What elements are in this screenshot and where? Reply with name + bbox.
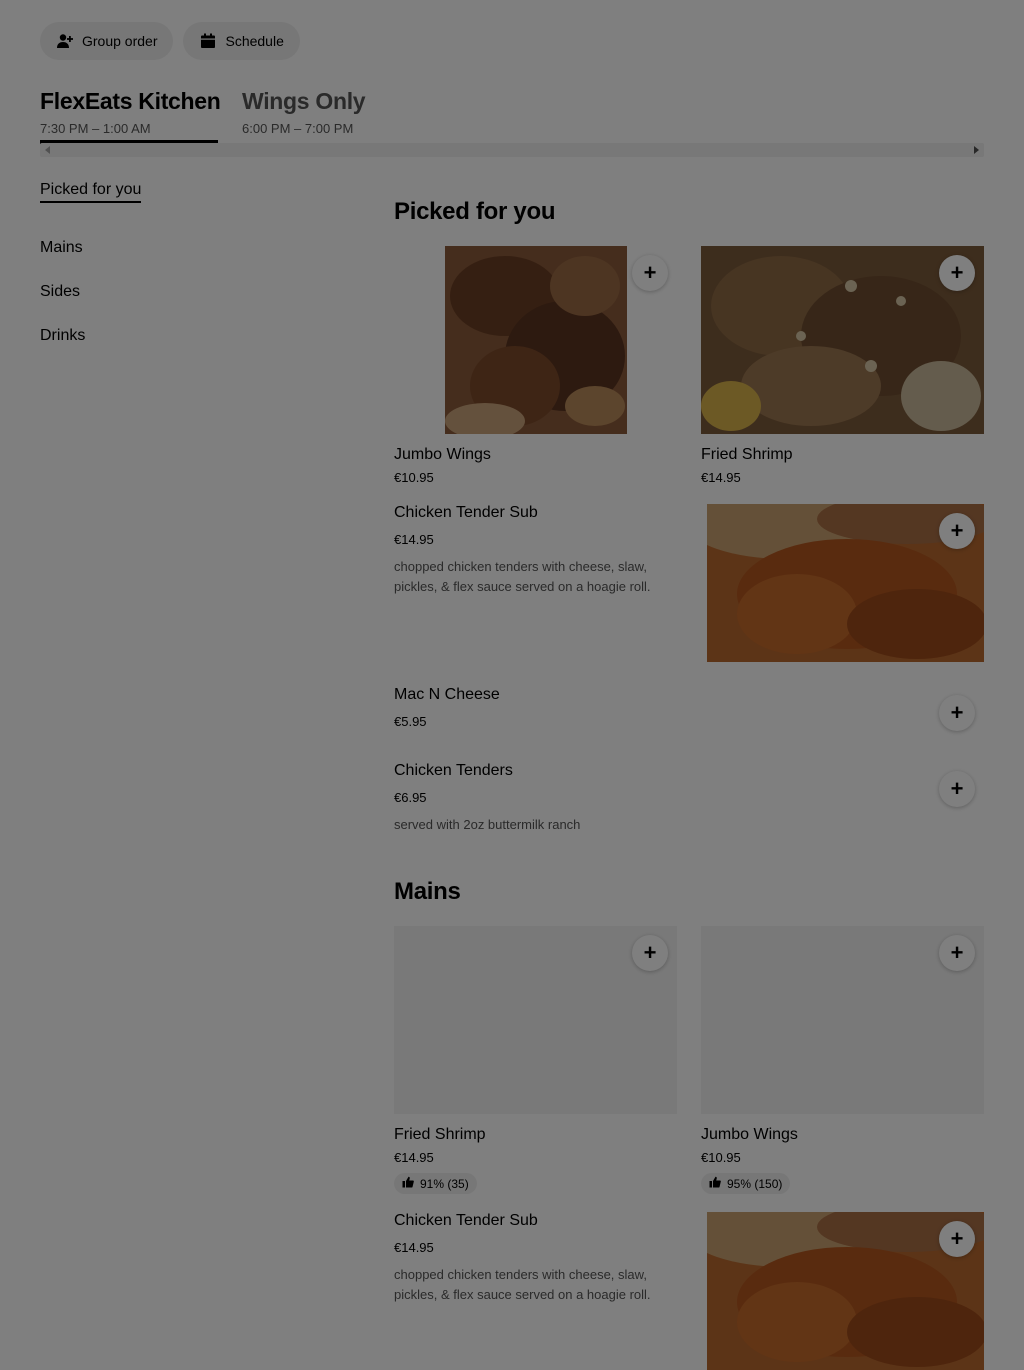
item-name: Fried Shrimp (701, 446, 793, 463)
plus-icon: + (950, 260, 964, 285)
rating-badge: 91% (35) (394, 1173, 477, 1194)
add-item-button[interactable]: + (939, 1221, 975, 1257)
item-price: €5.95 (394, 714, 427, 729)
menu-item-row[interactable]: Mac N Cheese €5.95 (394, 686, 984, 729)
item-name: Jumbo Wings (394, 446, 491, 463)
item-name: Fried Shrimp (394, 1126, 486, 1143)
menu-item-card[interactable]: + Jumbo Wings €10.95 (394, 246, 677, 485)
add-item-button[interactable]: + (939, 935, 975, 971)
plus-icon: + (643, 260, 657, 285)
menu-tab-name: FlexEats Kitchen (40, 88, 221, 114)
wings-photo (445, 246, 627, 434)
item-name: Jumbo Wings (701, 1126, 798, 1143)
rating-text: 95% (150) (727, 1176, 783, 1191)
scroll-right-icon[interactable] (974, 146, 979, 154)
plus-icon: + (643, 940, 657, 965)
thumbs-up-icon (709, 1176, 721, 1191)
item-price: €14.95 (701, 470, 741, 485)
thumbs-up-icon (402, 1176, 414, 1191)
plus-icon: + (950, 1226, 964, 1251)
sidebar-item-picked-for-you[interactable]: Picked for you (40, 180, 340, 204)
item-price: €10.95 (701, 1150, 741, 1165)
calendar-icon (199, 32, 217, 50)
plus-icon: + (950, 940, 964, 965)
scroll-left-icon[interactable] (45, 146, 50, 154)
item-description: served with 2oz buttermilk ranch (394, 817, 581, 832)
item-name: Chicken Tenders (394, 762, 513, 779)
group-order-label: Group order (82, 33, 158, 49)
menu-tab-flexeats-kitchen[interactable]: FlexEats Kitchen 7:30 PM – 1:00 AM (40, 88, 221, 144)
item-description: chopped chicken tenders with cheese, sla… (394, 1267, 651, 1302)
menu-item-card[interactable]: + Jumbo Wings €10.95 95% (150) (701, 926, 984, 1194)
rating-badge: 95% (150) (701, 1173, 791, 1194)
sidebar-item-label: Drinks (40, 327, 86, 344)
add-item-button[interactable]: + (939, 255, 975, 291)
add-item-button[interactable]: + (632, 255, 668, 291)
sidebar-item-label: Picked for you (40, 181, 142, 203)
add-item-button[interactable]: + (939, 695, 975, 731)
menu-tab-name: Wings Only (242, 88, 366, 114)
menu-tab-hours: 6:00 PM – 7:00 PM (242, 121, 354, 136)
sidebar-item-label: Mains (40, 239, 83, 256)
sidebar-item-sides[interactable]: Sides (40, 270, 340, 314)
sidebar-item-drinks[interactable]: Drinks (40, 314, 340, 358)
section-title-mains: Mains (394, 878, 461, 905)
plus-icon: + (950, 776, 964, 801)
section-title-picked-for-you: Picked for you (394, 198, 556, 225)
group-order-button[interactable]: Group order (40, 22, 174, 60)
store-page: Group order Schedule FlexEats Kitchen 7:… (0, 0, 1024, 1370)
sidebar-item-mains[interactable]: Mains (40, 226, 340, 270)
add-item-button[interactable]: + (939, 513, 975, 549)
item-price: €14.95 (394, 1150, 434, 1165)
category-sidebar: Picked for you Mains Sides Drinks (40, 180, 340, 358)
item-description: chopped chicken tenders with cheese, sla… (394, 559, 651, 594)
menu-item-row[interactable]: Chicken Tenders €6.95 served with 2oz bu… (394, 762, 984, 835)
item-price: €6.95 (394, 790, 427, 805)
menu-item-card[interactable]: + Fried Shrimp €14.95 91% (35) (394, 926, 677, 1194)
schedule-label: Schedule (225, 33, 284, 49)
menu-item-card[interactable]: + Fried Shrimp €14.95 (701, 246, 984, 485)
plus-icon: + (950, 700, 964, 725)
item-price: €10.95 (394, 470, 434, 485)
menu-tabs-scrollbar[interactable] (40, 143, 984, 157)
schedule-button[interactable]: Schedule (183, 22, 300, 60)
top-actions: Group order Schedule (40, 22, 300, 60)
plus-icon: + (950, 518, 964, 543)
menu-tab-wings-only[interactable]: Wings Only 6:00 PM – 7:00 PM (242, 88, 366, 136)
person-add-icon (56, 32, 74, 50)
menu-tab-hours: 7:30 PM – 1:00 AM (40, 121, 151, 136)
item-name: Mac N Cheese (394, 686, 500, 703)
rating-text: 91% (35) (420, 1176, 469, 1191)
sidebar-item-label: Sides (40, 283, 81, 300)
add-item-button[interactable]: + (939, 771, 975, 807)
add-item-button[interactable]: + (632, 935, 668, 971)
